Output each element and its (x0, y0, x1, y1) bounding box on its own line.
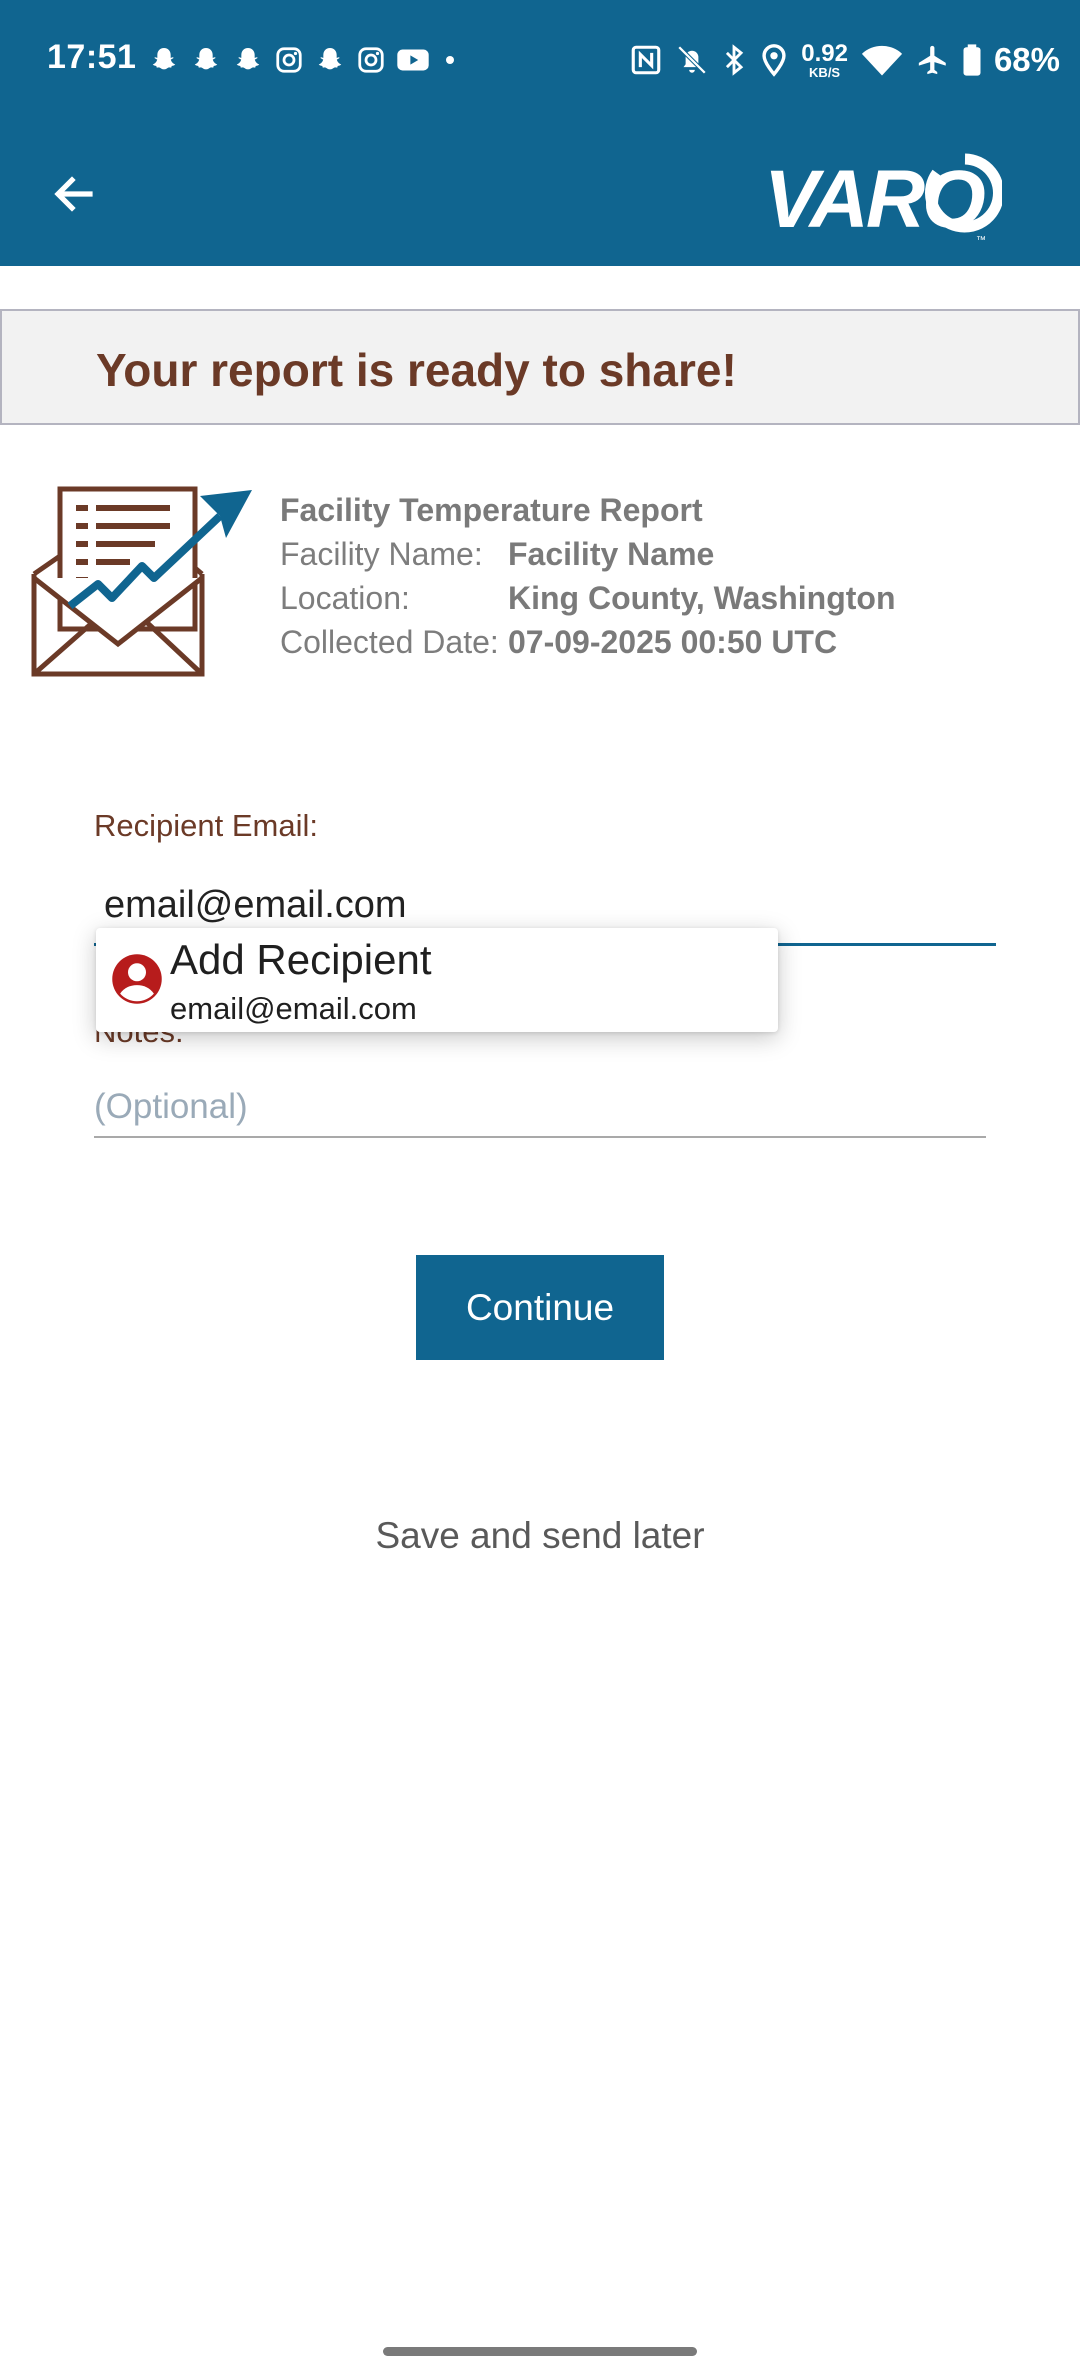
instagram-icon (358, 47, 384, 73)
ready-banner: Your report is ready to share! (0, 309, 1080, 425)
app-bar: 17:51 0.92 KB/S 68% VARO ™ (0, 0, 1080, 266)
snapchat-icon (152, 48, 176, 70)
network-speed: 0.92 KB/S (801, 39, 848, 80)
dot-icon (446, 56, 454, 64)
bluetooth-icon (726, 44, 744, 76)
banner-message: Your report is ready to share! (96, 344, 737, 396)
snapchat-icon (194, 48, 218, 70)
location-label: Location: (280, 580, 410, 616)
network-speed-value: 0.92 (801, 39, 848, 67)
account-circle-icon (112, 954, 162, 1004)
location-value: King County, Washington (508, 580, 896, 616)
back-button[interactable] (40, 160, 108, 228)
battery-percent: 68% (993, 41, 1060, 78)
location-icon (762, 44, 786, 77)
notes-input[interactable] (94, 1078, 986, 1138)
snapchat-icon (318, 48, 342, 70)
facility-name-label: Facility Name: (280, 536, 483, 572)
airplane-icon (918, 45, 946, 75)
status-time: 17:51 (47, 38, 137, 76)
snapchat-icon (236, 48, 260, 70)
continue-button[interactable]: Continue (416, 1255, 664, 1360)
varo-logo: VARO ™ (764, 153, 1002, 245)
status-bar: 17:51 0.92 KB/S 68% (0, 0, 1080, 120)
add-recipient-suggestion[interactable]: Add Recipient email@email.com (96, 928, 778, 1032)
nfc-icon (631, 45, 661, 75)
system-icons: 0.92 KB/S 68% (629, 36, 1060, 84)
report-title: Facility Temperature Report (280, 492, 703, 528)
bell-off-icon (677, 45, 707, 75)
network-speed-unit: KB/S (809, 64, 841, 80)
instagram-icon (276, 47, 302, 73)
report-email-icon (31, 486, 252, 677)
suggestion-title: Add Recipient (170, 936, 432, 983)
youtube-icon (397, 49, 429, 71)
recipient-email-label: Recipient Email: (94, 808, 318, 843)
facility-name-value: Facility Name (508, 536, 715, 572)
battery-icon (963, 44, 981, 76)
logo-text: VARO (764, 154, 985, 245)
collected-date-value: 07-09-2025 00:50 UTC (508, 624, 838, 660)
save-and-send-later-link[interactable]: Save and send later (0, 1515, 1080, 1557)
notification-icons (148, 42, 460, 78)
suggestion-email: email@email.com (170, 991, 417, 1026)
logo-trademark: ™ (976, 235, 986, 245)
collected-date-label: Collected Date: (280, 624, 499, 660)
arrow-left-icon (54, 176, 93, 212)
home-indicator[interactable] (383, 2347, 697, 2356)
wifi-icon (861, 45, 903, 76)
